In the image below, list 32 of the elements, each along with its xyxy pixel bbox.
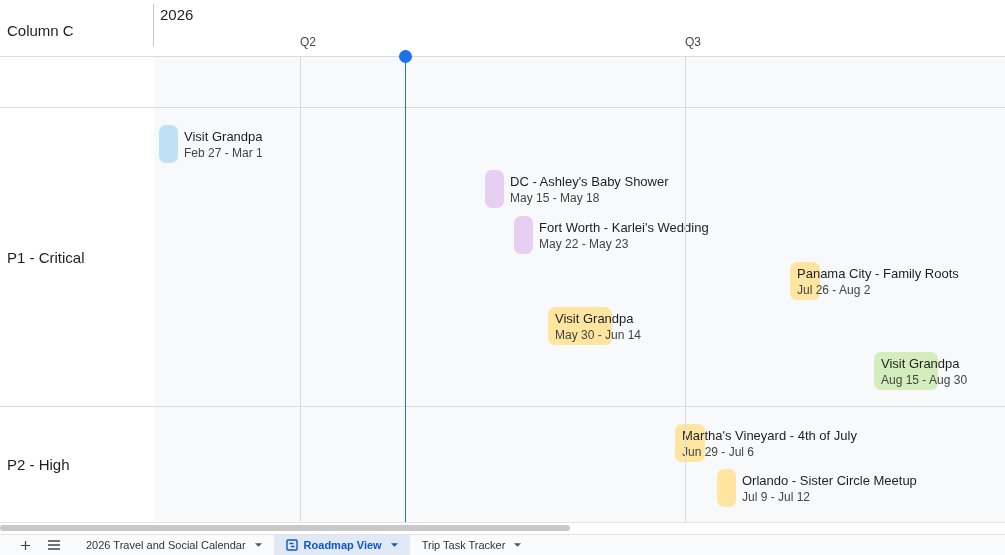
caret-icon <box>514 542 522 548</box>
event-dates: Jul 26 - Aug 2 <box>797 281 872 298</box>
scrollbar-thumb[interactable] <box>0 525 570 531</box>
event-dates: May 30 - Jun 14 <box>555 326 642 343</box>
event-dates: May 22 - May 23 <box>539 235 630 252</box>
event-dates: Jul 9 - Jul 12 <box>742 488 812 505</box>
event-dates: Jun 29 - Jul 6 <box>682 443 756 460</box>
menu-icon[interactable] <box>48 540 60 550</box>
caret-icon <box>390 542 398 548</box>
year-label: 2026 <box>160 6 194 23</box>
caret-icon <box>254 542 262 548</box>
event-title: Visit Grandpa <box>184 127 263 145</box>
event-dates: May 15 - May 18 <box>510 189 601 206</box>
add-sheet-icon[interactable] <box>20 539 31 551</box>
column-header: Column C <box>7 21 74 39</box>
quarter-label: Q3 <box>685 35 701 49</box>
event-title: Martha's Vineyard - 4th of July <box>682 426 857 444</box>
timeline-icon <box>285 539 298 551</box>
group-label: P2 - High <box>7 456 70 473</box>
event-title: DC - Ashley's Baby Shower <box>510 172 669 190</box>
sheet-tab[interactable]: Roadmap View <box>273 535 410 555</box>
sheet-tab[interactable]: 2026 Travel and Social Calendar <box>74 535 274 555</box>
event-dates: Aug 15 - Aug 30 <box>881 371 968 388</box>
event-title: Visit Grandpa <box>555 309 635 327</box>
event-dates: Feb 27 - Mar 1 <box>184 144 263 161</box>
event-title: Visit Grandpa <box>881 354 961 372</box>
sheet-tab[interactable]: Trip Task Tracker <box>409 535 534 555</box>
event-title: Fort Worth - Karlei's Wedding <box>539 218 709 236</box>
event-title: Orlando - Sister Circle Meetup <box>742 471 917 489</box>
group-label: P1 - Critical <box>7 248 85 266</box>
event-title: Panama City - Family Roots <box>797 264 959 282</box>
quarter-label: Q2 <box>300 35 316 49</box>
